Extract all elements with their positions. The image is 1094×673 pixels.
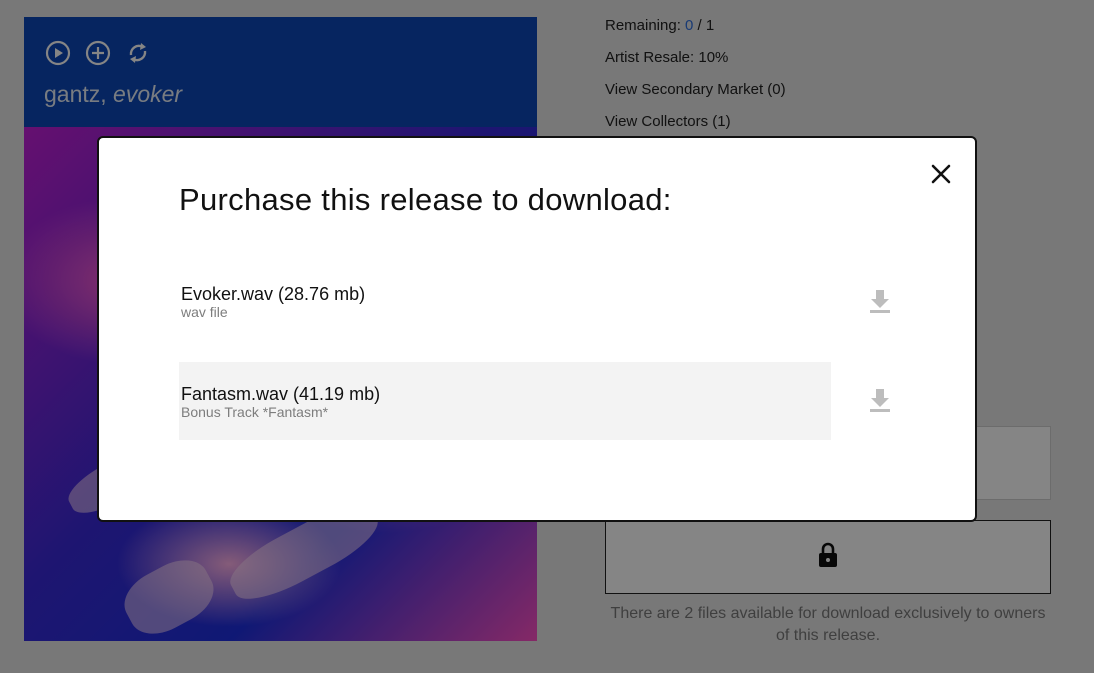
- download-icon[interactable]: [869, 288, 891, 314]
- modal-title: Purchase this release to download:: [179, 182, 672, 217]
- close-icon[interactable]: [929, 162, 953, 186]
- file-name: Fantasm.wav (41.19 mb): [181, 384, 381, 404]
- file-description: wav file: [181, 304, 228, 320]
- file-row: Fantasm.wav (41.19 mb) Bonus Track *Fant…: [179, 362, 831, 440]
- file-name: Evoker.wav (28.76 mb): [181, 284, 366, 304]
- file-row: Evoker.wav (28.76 mb) wav file: [179, 262, 831, 340]
- purchase-modal: Purchase this release to download: Evoke…: [97, 136, 977, 522]
- file-description: Bonus Track *Fantasm*: [181, 404, 329, 420]
- download-icon[interactable]: [869, 387, 891, 413]
